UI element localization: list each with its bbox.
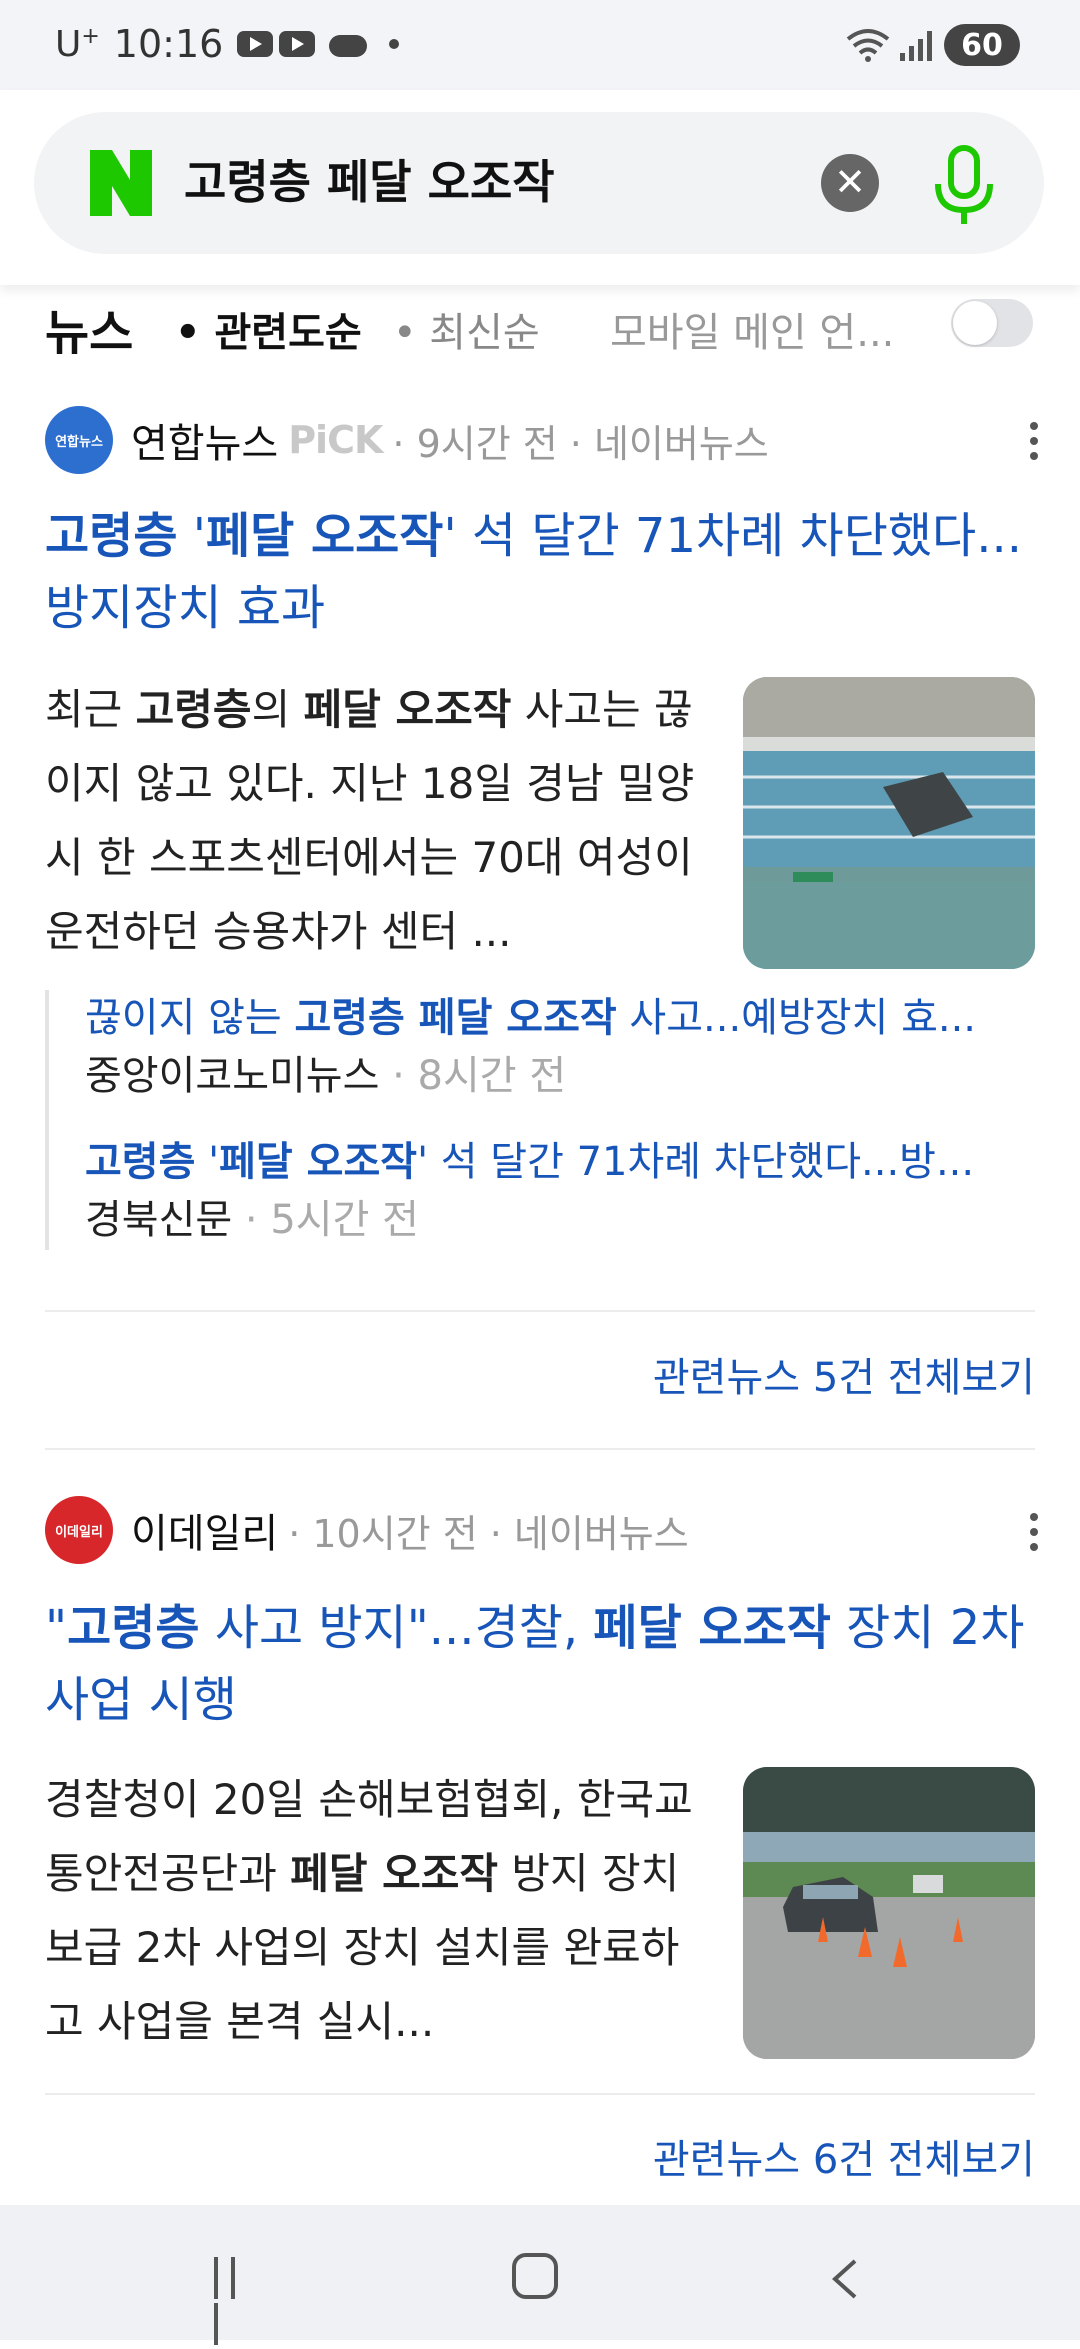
divider bbox=[45, 1310, 1035, 1312]
section-title: 뉴스 bbox=[45, 305, 134, 361]
article-thumbnail[interactable] bbox=[743, 677, 1035, 969]
see-all-related-link[interactable]: 관련뉴스 5건 전체보기 bbox=[653, 1345, 1035, 1403]
more-options-icon[interactable] bbox=[1030, 1513, 1038, 1553]
press-logo: 연합뉴스 bbox=[45, 406, 113, 474]
article-summary[interactable]: 최근 고령층의 페달 오조작 사고는 끊이지 않고 있다. 지난 18일 경남 … bbox=[45, 673, 705, 969]
press-name[interactable]: 연합뉴스 bbox=[131, 411, 278, 469]
youtube-icon bbox=[237, 31, 274, 57]
related-news-source: 중앙이코노미뉴스 · 8시간 전 bbox=[85, 1053, 567, 1099]
more-options-icon[interactable] bbox=[1030, 422, 1038, 462]
mobile-main-toggle[interactable] bbox=[951, 299, 1033, 347]
press-name[interactable]: 이데일리 bbox=[131, 1501, 278, 1559]
search-bar[interactable]: 고령층 페달 오조작 ✕ bbox=[34, 112, 1044, 254]
article-thumbnail[interactable] bbox=[743, 1767, 1035, 2059]
article-source-row[interactable]: 이데일리 이데일리 · 10시간 전 · 네이버뉴스 bbox=[45, 1495, 689, 1565]
sort-relevance-option[interactable]: • 관련도순 bbox=[175, 300, 362, 358]
related-news-title[interactable]: 고령층 '페달 오조작' 석 달간 71차례 차단했다...방... bbox=[85, 1134, 1035, 1190]
see-all-related-link[interactable]: 관련뉴스 6건 전체보기 bbox=[653, 2127, 1035, 2185]
youtube-icon bbox=[279, 31, 316, 57]
signal-icon bbox=[900, 29, 932, 61]
notification-dot-icon bbox=[389, 39, 400, 49]
cloud-icon bbox=[329, 35, 368, 57]
clear-search-button[interactable]: ✕ bbox=[821, 154, 879, 212]
sort-latest-option[interactable]: • 최신순 bbox=[393, 300, 540, 358]
search-input[interactable]: 고령층 페달 오조작 bbox=[184, 150, 555, 214]
home-icon[interactable] bbox=[512, 2253, 558, 2299]
article-summary[interactable]: 경찰청이 20일 손해보험협회, 한국교통안전공단과 페달 오조작 방지 장치 … bbox=[45, 1763, 705, 2059]
mobile-main-filter-label: 모바일 메인 언... bbox=[610, 310, 895, 356]
status-time: 10:16 bbox=[113, 22, 224, 66]
recent-apps-icon[interactable] bbox=[214, 2257, 262, 2345]
naver-logo-icon[interactable] bbox=[88, 148, 154, 218]
press-logo: 이데일리 bbox=[45, 1496, 113, 1564]
article-meta: · 9시간 전 · 네이버뉴스 bbox=[392, 421, 769, 466]
article-source-row[interactable]: 연합뉴스 연합뉴스 PiCK · 9시간 전 · 네이버뉴스 bbox=[45, 405, 769, 475]
related-news-source: 경북신문 · 5시간 전 bbox=[85, 1197, 419, 1243]
divider bbox=[45, 2093, 1035, 2095]
divider bbox=[45, 1448, 1035, 1450]
article-headline[interactable]: "고령층 사고 방지"...경찰, 페달 오조작 장치 2차 사업 시행 bbox=[45, 1592, 1035, 1736]
related-news-title[interactable]: 끊이지 않는 고령층 페달 오조작 사고...예방장치 효... bbox=[85, 990, 1035, 1046]
microphone-icon[interactable] bbox=[924, 140, 1004, 230]
system-navigation-bar bbox=[0, 2205, 1080, 2345]
article-headline[interactable]: 고령층 '페달 오조작' 석 달간 71차례 차단했다...방지장치 효과 bbox=[45, 500, 1035, 644]
article-meta: · 10시간 전 · 네이버뉴스 bbox=[288, 1511, 689, 1556]
back-icon[interactable] bbox=[825, 2257, 865, 2301]
filter-row: 뉴스 • 관련도순 • 최신순 모바일 메인 언... bbox=[0, 285, 1080, 365]
wifi-icon bbox=[846, 29, 890, 62]
related-news-box: 끊이지 않는 고령층 페달 오조작 사고...예방장치 효... 중앙이코노미뉴… bbox=[45, 990, 1035, 1250]
toggle-knob bbox=[953, 301, 997, 345]
close-icon: ✕ bbox=[834, 160, 866, 204]
search-header: 고령층 페달 오조작 ✕ bbox=[0, 90, 1080, 285]
pick-badge: PiCK bbox=[288, 418, 383, 462]
status-bar: U+ 10:16 60 bbox=[0, 0, 1080, 90]
battery-indicator: 60 bbox=[944, 24, 1020, 66]
carrier-label: U+ bbox=[55, 23, 100, 65]
